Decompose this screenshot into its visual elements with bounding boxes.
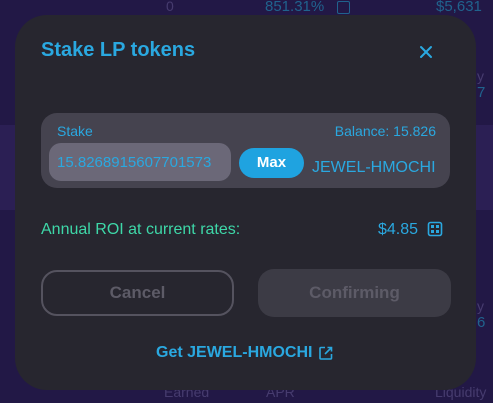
roi-value: $4.85 bbox=[378, 221, 419, 238]
get-lp-token-link-label: Get JEWEL-HMOCHI bbox=[156, 344, 313, 361]
stake-label: Stake bbox=[57, 123, 93, 139]
modal-title: Stake LP tokens bbox=[41, 39, 196, 61]
calculator-icon bbox=[427, 221, 443, 237]
external-link-icon bbox=[319, 346, 333, 360]
roi-label: Annual ROI at current rates: bbox=[41, 221, 241, 238]
cancel-button[interactable]: Cancel bbox=[41, 270, 234, 316]
get-lp-token-link[interactable]: Get JEWEL-HMOCHI bbox=[156, 344, 334, 362]
confirming-button[interactable]: Confirming bbox=[258, 269, 451, 317]
token-symbol: JEWEL-HMOCHI bbox=[312, 159, 436, 176]
close-button[interactable] bbox=[415, 41, 437, 63]
stake-input-panel: Stake Balance: 15.826 Max JEWEL-HMOCHI bbox=[41, 113, 450, 188]
close-icon bbox=[420, 46, 432, 58]
roi-calculator-button[interactable] bbox=[427, 221, 443, 237]
stake-amount-input[interactable] bbox=[49, 143, 231, 181]
max-button[interactable]: Max bbox=[239, 148, 304, 178]
balance-text: Balance: 15.826 bbox=[334, 123, 436, 139]
stake-modal: Stake LP tokens Stake Balance: 15.826 Ma… bbox=[15, 15, 476, 390]
